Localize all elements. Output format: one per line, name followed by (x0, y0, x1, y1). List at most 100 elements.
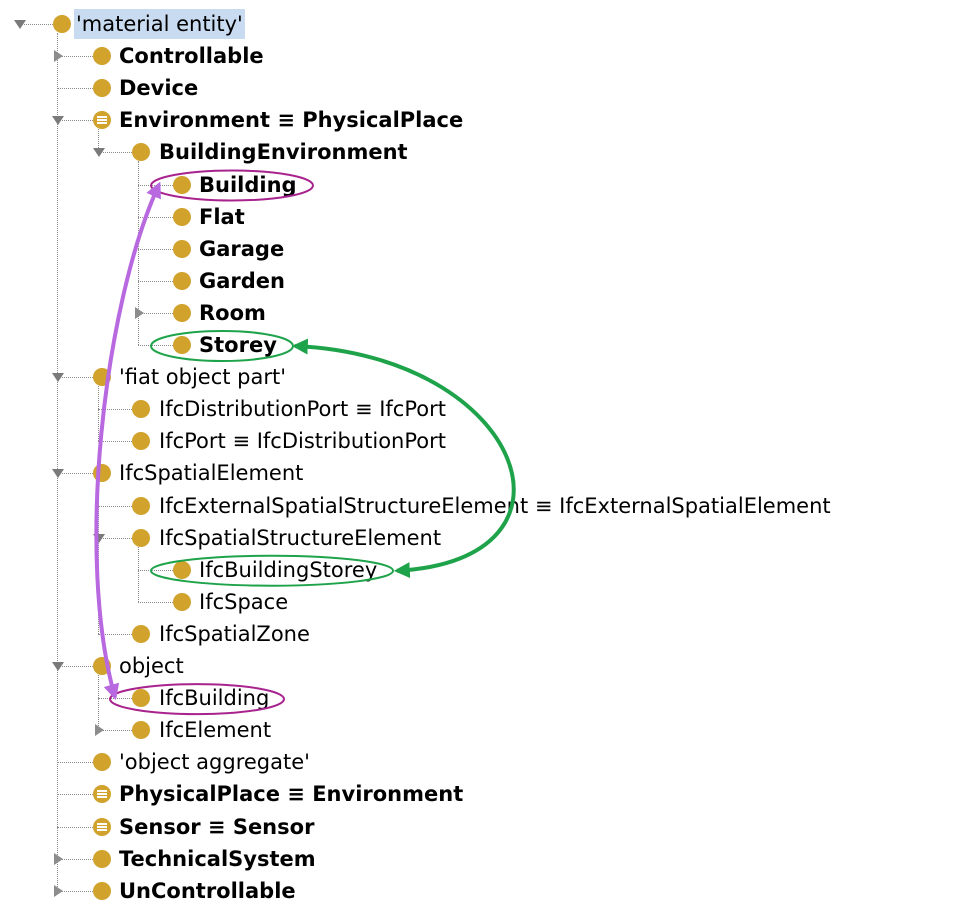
tree-node-ifcbuilding[interactable]: IfcBuilding (0, 683, 969, 713)
collapsed-toggle-icon[interactable] (91, 722, 107, 738)
class-icon (132, 721, 150, 740)
tree-node-label[interactable]: Controllable (119, 41, 264, 71)
expanded-toggle-icon[interactable] (50, 658, 66, 674)
class-icon (93, 368, 111, 387)
tree-connector (98, 698, 132, 700)
tree-node-label[interactable]: 'object aggregate' (119, 747, 310, 777)
tree-connector (138, 280, 173, 282)
tree-node-label[interactable]: IfcDistributionPort ≡ IfcPort (159, 394, 446, 424)
tree-node-label[interactable]: Storey (199, 330, 277, 360)
class-icon (93, 849, 111, 868)
tree-node-buildingenvironment[interactable]: BuildingEnvironment (0, 137, 969, 167)
tree-connector (138, 248, 173, 250)
tree-node-label[interactable]: Device (119, 73, 198, 103)
tree-node-label[interactable]: 'fiat object part' (119, 362, 286, 392)
class-icon (132, 143, 150, 162)
tree-node-object-aggregate[interactable]: 'object aggregate' (0, 747, 969, 777)
tree-node-fiat-object-part[interactable]: 'fiat object part' (0, 362, 969, 392)
tree-connector (98, 441, 132, 443)
collapsed-toggle-icon[interactable] (131, 305, 147, 321)
tree-node-label[interactable]: PhysicalPlace ≡ Environment (119, 779, 463, 809)
expanded-toggle-icon[interactable] (50, 465, 66, 481)
class-icon (132, 689, 150, 708)
class-icon (132, 432, 150, 451)
tree-node-physicalplace-environment[interactable]: PhysicalPlace ≡ Environment (0, 779, 969, 809)
tree-node-label[interactable]: Building (199, 170, 297, 200)
tree-node-object[interactable]: object (0, 651, 969, 681)
tree-node-uncontrollable[interactable]: UnControllable (0, 876, 969, 906)
tree-node-label[interactable]: Sensor ≡ Sensor (119, 812, 314, 842)
class-icon (132, 400, 150, 419)
tree-node-label[interactable]: Flat (199, 202, 245, 232)
tree-node-ifcdistributionport-ifcport[interactable]: IfcDistributionPort ≡ IfcPort (0, 394, 969, 424)
expanded-toggle-icon[interactable] (12, 16, 28, 32)
expanded-toggle-icon[interactable] (50, 369, 66, 385)
tree-node-ifcport-ifcdistributionport[interactable]: IfcPort ≡ IfcDistributionPort (0, 426, 969, 456)
tree-connector (138, 569, 173, 571)
tree-node-material-entity[interactable]: 'material entity' (0, 9, 969, 39)
tree-node-label[interactable]: IfcSpatialElement (119, 458, 303, 488)
tree-node-garden[interactable]: Garden (0, 266, 969, 296)
tree-node-ifcelement[interactable]: IfcElement (0, 715, 969, 745)
expanded-toggle-icon[interactable] (91, 530, 107, 546)
tree-node-ifcbuildingstorey[interactable]: IfcBuildingStorey (0, 555, 969, 585)
tree-node-technicalsystem[interactable]: TechnicalSystem (0, 844, 969, 874)
tree-node-building[interactable]: Building (0, 170, 969, 200)
class-icon (93, 464, 111, 483)
tree-connector (98, 505, 132, 507)
tree-node-controllable[interactable]: Controllable (0, 41, 969, 71)
class-icon (173, 207, 191, 226)
class-icon (132, 624, 150, 643)
tree-connector (138, 345, 173, 346)
tree-node-label[interactable]: Garden (199, 266, 285, 296)
collapsed-toggle-icon[interactable] (50, 883, 66, 899)
collapsed-toggle-icon[interactable] (50, 48, 66, 64)
tree-connector (138, 216, 173, 218)
tree-node-ifcspatialzone[interactable]: IfcSpatialZone (0, 619, 969, 649)
class-icon (173, 592, 191, 611)
tree-node-sensor-sensor[interactable]: Sensor ≡ Sensor (0, 812, 969, 842)
tree-node-label[interactable]: IfcSpatialStructureElement (159, 523, 441, 553)
tree-node-garage[interactable]: Garage (0, 234, 969, 264)
tree-node-ifcspatialelement[interactable]: IfcSpatialElement (0, 458, 969, 488)
tree-node-label[interactable]: IfcSpatialZone (159, 619, 310, 649)
tree-node-label[interactable]: object (119, 651, 184, 681)
tree-node-environment-physicalplace[interactable]: Environment ≡ PhysicalPlace (0, 105, 969, 135)
tree-node-label[interactable]: Room (199, 298, 266, 328)
class-icon (173, 271, 191, 290)
tree-node-label[interactable]: UnControllable (119, 876, 296, 906)
tree-node-flat[interactable]: Flat (0, 202, 969, 232)
tree-node-label[interactable]: TechnicalSystem (119, 844, 316, 874)
expanded-toggle-icon[interactable] (91, 144, 107, 160)
expanded-toggle-icon[interactable] (50, 112, 66, 128)
tree-node-label[interactable]: 'material entity' (74, 9, 245, 39)
tree-node-ifcspace[interactable]: IfcSpace (0, 587, 969, 617)
tree-node-label[interactable]: IfcBuilding (159, 683, 269, 713)
class-icon (173, 239, 191, 258)
tree-node-ifcspatialstructureelement[interactable]: IfcSpatialStructureElement (0, 523, 969, 553)
tree-node-room[interactable]: Room (0, 298, 969, 328)
tree-connector (98, 409, 132, 411)
tree-node-device[interactable]: Device (0, 73, 969, 103)
class-icon (93, 657, 111, 675)
class-icon (173, 303, 191, 322)
tree-node-storey[interactable]: Storey (0, 330, 969, 360)
class-icon (93, 753, 111, 772)
tree-node-label[interactable]: IfcExternalSpatialStructureElement ≡ Ifc… (159, 491, 831, 521)
tree-node-ifcexternalspatialstructureelement-ifcexternalspatialelement[interactable]: IfcExternalSpatialStructureElement ≡ Ifc… (0, 491, 969, 521)
defined-class-icon (93, 785, 111, 804)
tree-node-label[interactable]: IfcBuildingStorey (199, 555, 377, 585)
tree-node-label[interactable]: Environment ≡ PhysicalPlace (119, 105, 463, 135)
collapsed-toggle-icon[interactable] (50, 851, 66, 867)
tree-connector (57, 762, 93, 764)
tree-node-label[interactable]: IfcElement (159, 715, 271, 745)
tree-node-label[interactable]: IfcSpace (199, 587, 288, 617)
tree-connector (98, 633, 132, 635)
class-hierarchy-tree: 'material entity' Controllable Device Envir… (0, 0, 969, 904)
tree-node-label[interactable]: BuildingEnvironment (159, 137, 408, 167)
defined-class-icon (93, 111, 111, 130)
tree-connector (57, 794, 93, 796)
tree-node-label[interactable]: IfcPort ≡ IfcDistributionPort (159, 426, 446, 456)
class-icon (93, 47, 111, 66)
tree-node-label[interactable]: Garage (199, 234, 284, 264)
